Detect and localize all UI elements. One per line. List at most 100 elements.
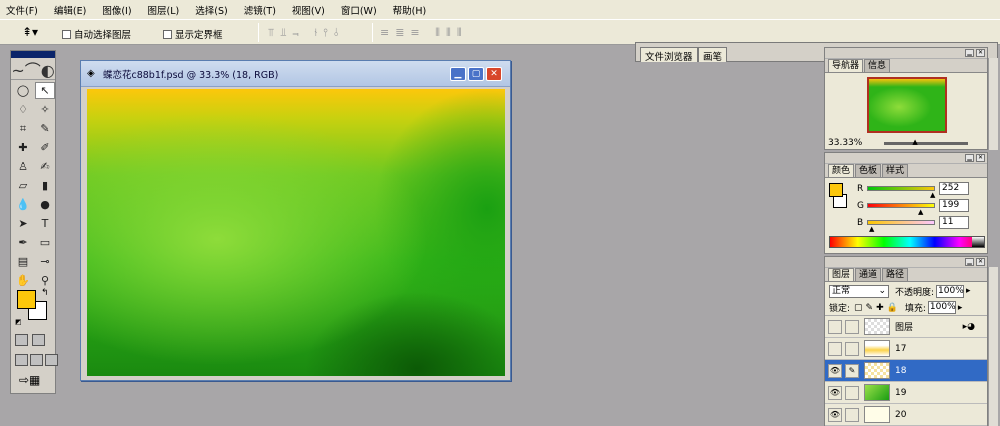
layer-row-selected[interactable]: 👁 ✎ 18 — [825, 360, 987, 382]
color-spectrum[interactable] — [829, 236, 985, 248]
link-toggle[interactable] — [845, 385, 859, 400]
tab-swatches[interactable]: 色板 — [855, 164, 882, 177]
panel-minimize-button[interactable]: ▁ — [965, 154, 974, 162]
fill-input[interactable]: 100% — [927, 301, 956, 314]
zoom-slider[interactable] — [884, 138, 969, 146]
panel-scrollbar[interactable] — [988, 267, 998, 426]
image-canvas[interactable] — [87, 89, 505, 376]
layer-row[interactable]: 17 — [825, 338, 987, 360]
healing-brush-icon[interactable]: ✚ — [13, 139, 33, 156]
menu-help[interactable]: 帮助(H) — [393, 3, 427, 17]
magic-wand-icon[interactable]: ✧ — [35, 101, 55, 118]
checkbox-box[interactable] — [163, 29, 172, 39]
distribute-buttons-icon[interactable]: ≡≣≡ ⦀⦀⦀ — [380, 26, 468, 40]
visibility-toggle[interactable] — [828, 341, 842, 356]
swap-colors-icon[interactable]: ↰ — [41, 288, 49, 298]
standard-screen-icon[interactable] — [15, 354, 28, 366]
tab-navigator[interactable]: 导航器 — [828, 59, 864, 72]
marquee-tool-icon[interactable]: ◯ — [13, 82, 33, 99]
tab-info[interactable]: 信息 — [864, 59, 891, 72]
tab-brushes[interactable]: 画笔 — [698, 47, 728, 63]
path-select-icon[interactable]: ➤ — [13, 215, 33, 232]
close-button[interactable]: ✕ — [486, 67, 502, 81]
menu-window[interactable]: 窗口(W) — [341, 3, 377, 17]
blend-mode-select[interactable]: 正常 ⌄ — [829, 284, 889, 298]
green-value-input[interactable]: 199 — [939, 199, 969, 212]
link-toggle[interactable] — [845, 407, 859, 422]
tab-styles[interactable]: 样式 — [882, 164, 909, 177]
move-tool-icon[interactable]: ↖ — [35, 82, 55, 99]
quick-mask-icon[interactable] — [32, 334, 45, 346]
link-toggle[interactable] — [845, 341, 859, 356]
checkbox-box[interactable] — [62, 29, 71, 39]
notes-tool-icon[interactable]: ▤ — [13, 253, 33, 270]
brush-icon[interactable]: ✎ — [845, 363, 859, 378]
menu-image[interactable]: 图像(I) — [102, 3, 131, 17]
slice-tool-icon[interactable]: ✎ — [35, 120, 55, 137]
full-screen-menu-icon[interactable] — [30, 354, 43, 366]
hand-tool-icon[interactable]: ✋ — [13, 272, 33, 289]
crop-tool-icon[interactable]: ⌗ — [13, 120, 33, 137]
shape-tool-icon[interactable]: ▭ — [35, 234, 55, 251]
feather-logo-icon[interactable]: ~⌒◐ — [11, 58, 55, 80]
gradient-tool-icon[interactable]: ▮ — [35, 177, 55, 194]
tab-paths[interactable]: 路径 — [882, 268, 909, 281]
eye-icon[interactable]: 👁 — [828, 363, 842, 378]
lasso-tool-icon[interactable]: ♢ — [13, 101, 33, 118]
green-slider[interactable]: ▲ — [867, 203, 935, 216]
link-toggle[interactable] — [845, 319, 859, 334]
type-tool-icon[interactable]: T — [35, 215, 55, 232]
menu-view[interactable]: 视图(V) — [292, 3, 325, 17]
blue-value-input[interactable]: 11 — [939, 216, 969, 229]
panel-close-button[interactable]: ✕ — [976, 154, 985, 162]
eraser-tool-icon[interactable]: ▱ — [13, 177, 33, 194]
history-brush-icon[interactable]: ✍ — [35, 158, 55, 175]
zoom-tool-icon[interactable]: ⚲ — [35, 272, 55, 289]
maximize-button[interactable]: ▢ — [468, 67, 484, 81]
panel-minimize-button[interactable]: ▁ — [965, 49, 974, 57]
layer-effects-icon[interactable]: ▸◕ — [963, 322, 975, 332]
tab-channels[interactable]: 通道 — [855, 268, 882, 281]
auto-select-checkbox[interactable]: 自动选择图层 — [62, 27, 131, 41]
blue-slider[interactable]: ▲ — [867, 220, 935, 233]
panel-close-button[interactable]: ✕ — [976, 49, 985, 57]
foreground-color-swatch[interactable] — [17, 290, 36, 309]
eye-icon[interactable]: 👁 — [828, 407, 842, 422]
show-bounds-checkbox[interactable]: 显示定界框 — [163, 27, 223, 41]
eye-icon[interactable]: 👁 — [828, 385, 842, 400]
tab-color[interactable]: 颜色 — [828, 164, 855, 177]
eyedropper-icon[interactable]: ⊸ — [35, 253, 55, 270]
menu-file[interactable]: 文件(F) — [6, 3, 38, 17]
blur-tool-icon[interactable]: 💧 — [13, 196, 33, 213]
fill-arrow-icon[interactable]: ▸ — [958, 303, 963, 313]
zoom-value[interactable]: 33.33% — [828, 138, 862, 148]
move-tool-icon[interactable]: ⇞▾ — [22, 25, 38, 39]
lock-buttons-icon[interactable]: ▢✎✚🔒 — [854, 303, 901, 313]
tab-file-browser[interactable]: 文件浏览器 — [640, 47, 698, 63]
standard-mode-icon[interactable] — [15, 334, 28, 346]
panel-scrollbar[interactable] — [988, 58, 998, 150]
menu-layer[interactable]: 图层(L) — [148, 3, 180, 17]
brush-tool-icon[interactable]: ✐ — [35, 139, 55, 156]
layer-row[interactable]: 图层 ▸◕ — [825, 316, 987, 338]
layer-row[interactable]: 👁 20 — [825, 404, 987, 426]
navigator-thumbnail[interactable] — [867, 77, 947, 133]
slider-knob-icon[interactable]: ▲ — [930, 191, 935, 199]
document-titlebar[interactable]: ◈ 蝶恋花c88b1f.psd @ 33.3% (18, RGB) — [81, 61, 510, 87]
menu-select[interactable]: 选择(S) — [195, 3, 227, 17]
panel-minimize-button[interactable]: ▁ — [965, 258, 974, 266]
tab-layers[interactable]: 图层 — [828, 268, 855, 281]
slider-knob-icon[interactable]: ▲ — [918, 208, 923, 216]
layer-row[interactable]: 👁 19 — [825, 382, 987, 404]
pen-tool-icon[interactable]: ✒ — [13, 234, 33, 251]
red-value-input[interactable]: 252 — [939, 182, 969, 195]
minimize-button[interactable]: ▁ — [450, 67, 466, 81]
menu-filter[interactable]: 滤镜(T) — [244, 3, 276, 17]
red-slider[interactable]: ▲ — [867, 186, 935, 199]
jump-to-imageready-icon[interactable]: ⇨▦ — [19, 373, 40, 387]
opacity-input[interactable]: 100% — [936, 284, 965, 298]
align-buttons-icon[interactable]: ⫪⫫⫬ ⫮⫯⫰ — [268, 26, 345, 40]
menu-edit[interactable]: 编辑(E) — [54, 3, 86, 17]
opacity-arrow-icon[interactable]: ▸ — [966, 286, 971, 296]
dodge-tool-icon[interactable]: ● — [35, 196, 55, 213]
